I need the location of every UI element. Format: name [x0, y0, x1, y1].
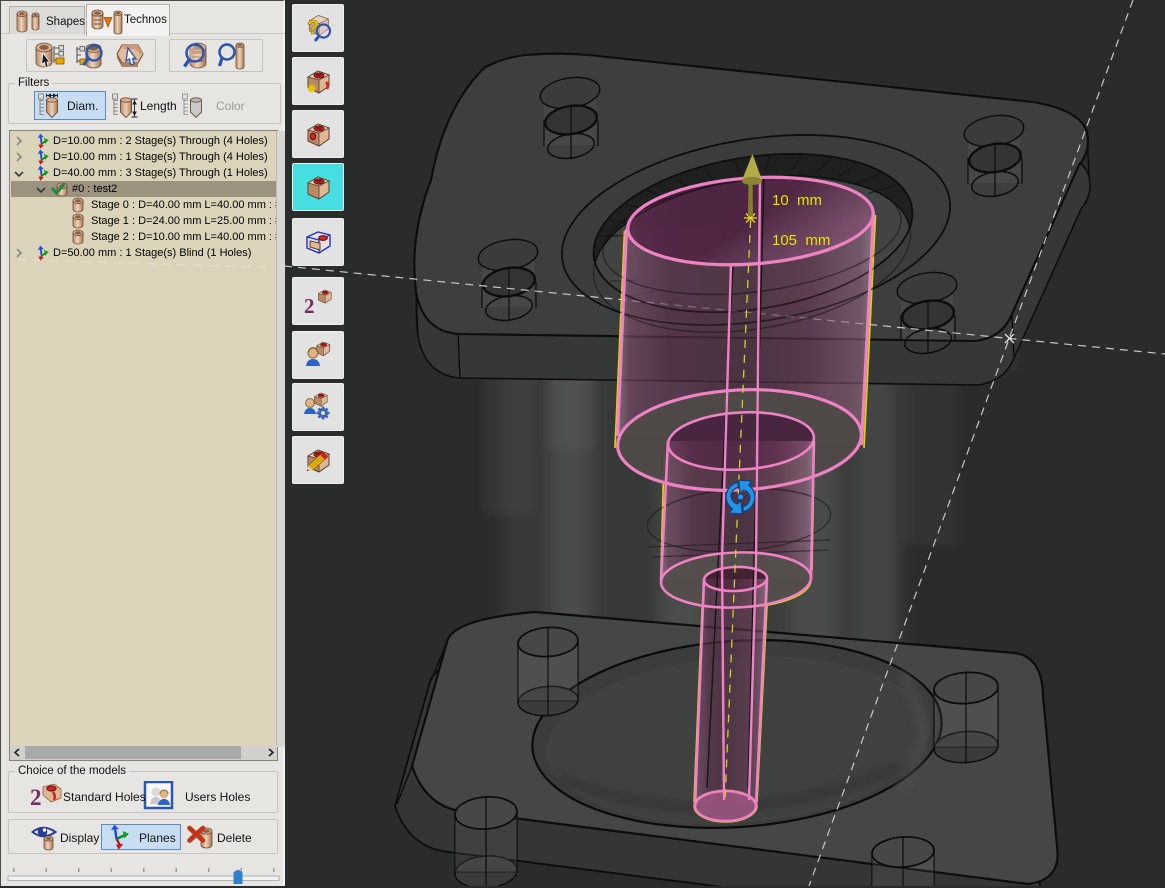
svg-text:105 mm: 105 mm — [772, 232, 830, 249]
svg-text:2: 2 — [304, 294, 315, 318]
svg-text:2: 2 — [30, 785, 42, 810]
svg-text:10 mm: 10 mm — [772, 192, 822, 209]
